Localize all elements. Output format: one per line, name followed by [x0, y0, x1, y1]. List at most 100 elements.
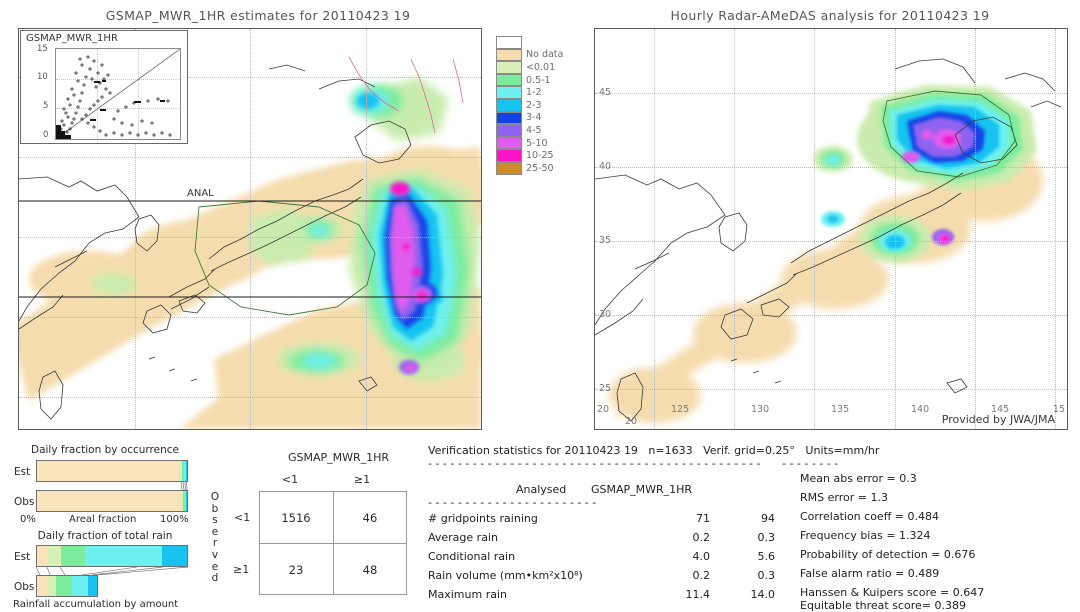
contingency-observed-label: Observed: [210, 491, 220, 585]
radar-xtick: 20: [597, 404, 610, 415]
bar-segment: [56, 576, 73, 596]
scores-divider: - - - - - - - -: [782, 457, 839, 470]
legend-swatch: [496, 86, 522, 99]
legend-swatch: [496, 48, 522, 62]
legend-item: 4-5: [496, 124, 563, 137]
score-line: Probability of detection = 0.676: [800, 548, 976, 561]
verification-row-model: 94: [761, 512, 775, 525]
radar-ytick: 40: [599, 161, 612, 172]
legend-label: 25-50: [526, 162, 554, 174]
verification-row-label: Rain volume (mm•km²x10⁸): [428, 569, 583, 582]
scatter-ytick: 0: [43, 130, 49, 140]
bar-segment: [47, 576, 57, 596]
occurrence-axis-center: Areal fraction: [69, 514, 137, 525]
legend-swatch: [496, 98, 522, 112]
radar-xtick: 130: [751, 404, 770, 415]
verification-row-model: 5.6: [757, 550, 776, 563]
bar-segment: [186, 491, 187, 511]
occurrence-obs-label: Obs: [14, 496, 35, 508]
score-line: Hanssen & Kuipers score = 0.647: [800, 586, 985, 599]
occurrence-connector-lines: [180, 482, 188, 490]
score-line: False alarm ratio = 0.489: [800, 567, 940, 580]
radar-xtick: 140: [911, 404, 930, 415]
scatter-inset-title: GSMAP_MWR_1HR: [26, 33, 118, 44]
legend-swatch: [496, 61, 522, 74]
bar-segment: [72, 576, 88, 596]
occurrence-axis-right: 100%: [160, 514, 189, 525]
legend-item: <0.01: [496, 61, 563, 74]
scatter-plot-area: [55, 48, 181, 140]
score-line: Frequency bias = 1.324: [800, 529, 931, 542]
occurrence-est-label: Est: [14, 466, 31, 478]
verification-header: Verification statistics for 20110423 19 …: [428, 444, 880, 457]
scatter-ytick: 5: [43, 101, 49, 111]
verification-row-label: # gridpoints raining: [428, 512, 538, 525]
radar-ytick: 45: [599, 87, 612, 98]
verification-row-analysed: 71: [696, 512, 710, 525]
score-line: Equitable threat score= 0.389: [800, 599, 966, 612]
radar-amedas-map[interactable]: 20 125 130 135 140 145 15 20 45 40 35 30…: [594, 28, 1068, 430]
legend-label: <0.01: [526, 61, 556, 73]
scatter-inset-panel[interactable]: GSMAP_MWR_1HR 15 10 5 0: [20, 30, 188, 144]
radar-map-canvas: 20 125 130 135 140 145 15 20 45 40 35 30…: [595, 29, 1067, 429]
verification-col-model: GSMAP_MWR_1HR: [591, 483, 693, 496]
legend-swatch: [496, 136, 522, 150]
verification-row-model: 0.3: [757, 531, 776, 544]
contingency-row-divider: [259, 543, 407, 544]
contingency-row-header: ≥1: [233, 563, 250, 576]
contingency-col-header: ≥1: [353, 473, 371, 486]
left-panel-title: GSMAP_MWR_1HR estimates for 20110423 19: [105, 8, 411, 23]
totalrain-chart-title: Daily fraction of total rain: [37, 530, 173, 542]
radar-ytick: 30: [599, 309, 612, 320]
verification-row-model: 0.3: [757, 569, 776, 582]
anal-label: ANAL: [187, 188, 214, 199]
legend-label: 3-4: [526, 112, 542, 124]
contingency-cell: 1516: [281, 511, 311, 525]
legend-item: 0.5-1: [496, 73, 563, 87]
legend-swatch: [496, 73, 522, 87]
verification-col-analysed: Analysed: [516, 483, 567, 496]
verification-row-label: Average rain: [428, 531, 498, 544]
contingency-cell: 23: [288, 563, 304, 577]
radar-ytick: 35: [599, 235, 612, 246]
verification-row-analysed: 0.2: [692, 569, 711, 582]
totalrain-connector-lines: [36, 567, 188, 575]
bar-segment: [37, 461, 181, 481]
bar-segment: [61, 546, 85, 566]
scatter-ytick: 10: [37, 72, 48, 82]
radar-ytick: 25: [599, 383, 612, 394]
totalrain-obs-label: Obs: [14, 581, 35, 593]
scatter-ytick: 15: [37, 44, 48, 54]
bar-segment: [37, 546, 48, 566]
legend-label: 10-25: [526, 150, 554, 162]
right-panel-title: Hourly Radar-AMeDAS analysis for 2011042…: [670, 8, 990, 23]
legend-label: 5-10: [526, 137, 548, 149]
legend-swatch: [496, 111, 522, 125]
contingency-col-header: <1: [281, 473, 299, 486]
legend-item: [496, 36, 563, 49]
bar-segment: [37, 491, 182, 511]
legend-swatch: [496, 124, 522, 137]
legend-item: 3-4: [496, 111, 563, 125]
score-line: RMS error = 1.3: [800, 491, 888, 504]
radar-xtick: 135: [831, 404, 850, 415]
contingency-row-header: <1: [234, 511, 251, 524]
totalrain-caption: Rainfall accumulation by amount: [13, 599, 179, 610]
bar-segment: [37, 576, 48, 596]
occurrence-est-bar: [36, 460, 188, 482]
legend-label: 1-2: [526, 87, 542, 99]
verification-row-analysed: 11.4: [685, 588, 711, 601]
legend-swatch: [496, 161, 522, 175]
legend-label: No data: [526, 49, 564, 61]
legend-item: 10-25: [496, 149, 563, 162]
score-line: Correlation coeff = 0.484: [800, 510, 939, 523]
radar-coastline-overlay: [595, 58, 1062, 422]
legend-item: 2-3: [496, 98, 563, 112]
bar-segment: [161, 546, 187, 566]
verification-sub-divider: - - - - - - - - - - - - - - - - - - - - …: [428, 496, 597, 509]
scatter-points: [56, 49, 180, 139]
legend-swatch: [496, 149, 522, 162]
legend-swatch: [496, 36, 522, 49]
data-credit-label: Provided by JWA/JMA: [941, 413, 1055, 426]
occurrence-chart-title: Daily fraction by occurrence: [31, 444, 179, 456]
